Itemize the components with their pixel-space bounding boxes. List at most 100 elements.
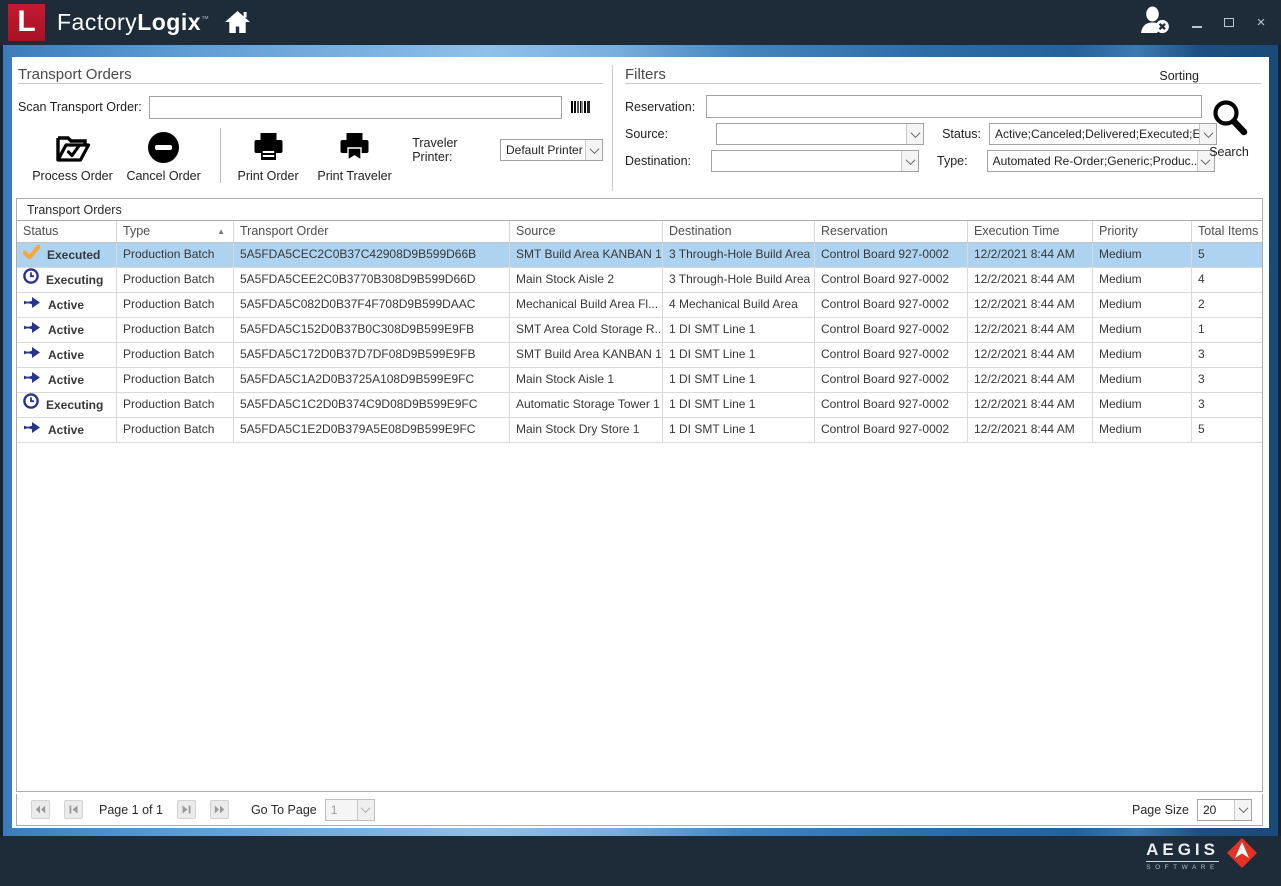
source-cell: SMT Area Cold Storage R... <box>510 318 663 342</box>
aegis-logo: AEGIS SOFTWARE <box>1146 833 1259 878</box>
destination-select[interactable] <box>711 150 919 172</box>
priority-cell: Medium <box>1093 343 1192 367</box>
chevron-down-icon[interactable] <box>901 151 918 171</box>
reservation-input[interactable] <box>706 95 1202 118</box>
table-row[interactable]: ActiveProduction Batch5A5FDA5C1A2D0B3725… <box>17 368 1262 393</box>
destination-cell: 1 DI SMT Line 1 <box>663 393 815 417</box>
total-items-cell: 3 <box>1192 368 1262 392</box>
status-arrow-icon <box>23 369 41 392</box>
table-row[interactable]: ActiveProduction Batch5A5FDA5C152D0B37B0… <box>17 318 1262 343</box>
next-page-button[interactable] <box>177 800 196 819</box>
table-row[interactable]: ExecutingProduction Batch5A5FDA5C1C2D0B3… <box>17 393 1262 418</box>
transport-order-cell: 5A5FDA5C082D0B37F4F708D9B599DAAC <box>234 293 510 317</box>
column-header-status[interactable]: Status <box>17 221 117 243</box>
type-select[interactable]: Automated Re-Order;Generic;Produc... <box>987 150 1215 172</box>
source-cell: SMT Build Area KANBAN 1 <box>510 343 663 367</box>
status-text: Executing <box>46 394 103 417</box>
transport-orders-grid: Transport Orders Status Type▲ Transport … <box>16 198 1263 792</box>
source-cell: Mechanical Build Area Fl... <box>510 293 663 317</box>
execution-time-cell: 12/2/2021 8:44 AM <box>968 318 1093 342</box>
previous-page-button[interactable] <box>64 800 83 819</box>
execution-time-cell: 12/2/2021 8:44 AM <box>968 393 1093 417</box>
source-cell: Main Stock Aisle 2 <box>510 268 663 292</box>
chevron-down-icon <box>357 800 374 820</box>
type-cell: Production Batch <box>117 318 234 342</box>
table-row[interactable]: ActiveProduction Batch5A5FDA5C1E2D0B379A… <box>17 418 1262 443</box>
page-size-label: Page Size <box>1132 803 1189 817</box>
barcode-icon <box>571 101 590 113</box>
reservation-cell: Control Board 927-0002 <box>815 318 968 342</box>
search-button[interactable]: Search <box>1203 98 1255 159</box>
source-label: Source: <box>625 127 668 141</box>
search-label: Search <box>1209 145 1249 159</box>
page-size-select[interactable]: 20 <box>1197 799 1252 821</box>
destination-cell: 1 DI SMT Line 1 <box>663 418 815 442</box>
table-row[interactable]: ExecutedProduction Batch5A5FDA5CEC2C0B37… <box>17 243 1262 268</box>
transport-order-cell: 5A5FDA5CEE2C0B3770B308D9B599D66D <box>234 268 510 292</box>
close-button[interactable]: × <box>1253 15 1269 31</box>
column-header-source[interactable]: Source <box>510 221 663 243</box>
minimize-button[interactable] <box>1189 15 1205 31</box>
panel-divider <box>612 65 613 191</box>
status-text: Active <box>48 319 84 342</box>
type-cell: Production Batch <box>117 343 234 367</box>
status-cell: Active <box>17 343 117 367</box>
print-order-label: Print Order <box>237 169 298 183</box>
table-row[interactable]: ActiveProduction Batch5A5FDA5C172D0B37D7… <box>17 343 1262 368</box>
table-row[interactable]: ActiveProduction Batch5A5FDA5C082D0B37F4… <box>17 293 1262 318</box>
grid-body: ExecutedProduction Batch5A5FDA5CEC2C0B37… <box>17 243 1262 443</box>
priority-cell: Medium <box>1093 293 1192 317</box>
execution-time-cell: 12/2/2021 8:44 AM <box>968 368 1093 392</box>
column-header-transport-order[interactable]: Transport Order <box>234 221 510 243</box>
scan-order-label: Scan Transport Order: <box>18 100 142 114</box>
brand-bold: Logix <box>137 9 201 35</box>
status-cell: Executing <box>17 268 117 292</box>
pagination-bar: Page 1 of 1 Go To Page 1 Page Size 20 <box>16 794 1263 826</box>
traveler-printer-select[interactable]: Default Printer <box>500 139 603 161</box>
grid-group-header: Transport Orders <box>17 199 1262 221</box>
total-items-cell: 3 <box>1192 343 1262 367</box>
destination-cell: 3 Through-Hole Build Area <box>663 268 815 292</box>
execution-time-cell: 12/2/2021 8:44 AM <box>968 418 1093 442</box>
status-clock-icon <box>23 268 39 292</box>
status-text: Executing <box>46 269 103 292</box>
print-order-button[interactable]: Print Order <box>235 128 301 183</box>
status-arrow-icon <box>23 419 41 442</box>
chevron-down-icon[interactable] <box>906 124 923 144</box>
last-page-button[interactable] <box>210 800 229 819</box>
execution-time-cell: 12/2/2021 8:44 AM <box>968 293 1093 317</box>
sort-ascending-icon: ▲ <box>217 221 225 242</box>
priority-cell: Medium <box>1093 268 1192 292</box>
table-row[interactable]: ExecutingProduction Batch5A5FDA5CEE2C0B3… <box>17 268 1262 293</box>
home-icon[interactable] <box>224 10 251 35</box>
process-order-button[interactable]: Process Order <box>28 128 117 183</box>
first-page-button[interactable] <box>31 800 50 819</box>
column-header-execution-time[interactable]: Execution Time <box>968 221 1093 243</box>
column-header-total-items[interactable]: Total Items <box>1192 221 1262 243</box>
source-select[interactable] <box>716 123 924 145</box>
aegis-software-text: SOFTWARE <box>1146 864 1219 871</box>
priority-cell: Medium <box>1093 418 1192 442</box>
total-items-cell: 3 <box>1192 393 1262 417</box>
column-header-type[interactable]: Type▲ <box>117 221 234 243</box>
sorting-toggle[interactable]: Sorting <box>1159 69 1261 83</box>
column-header-priority[interactable]: Priority <box>1093 221 1192 243</box>
transport-orders-panel: Transport Orders Scan Transport Order: P… <box>18 62 603 194</box>
status-arrow-icon <box>23 294 41 317</box>
status-select[interactable]: Active;Canceled;Delivered;Executed;E... <box>989 123 1217 145</box>
destination-cell: 1 DI SMT Line 1 <box>663 318 815 342</box>
chevron-down-icon[interactable] <box>1234 800 1251 820</box>
chevron-down-icon[interactable] <box>585 140 602 160</box>
execution-time-cell: 12/2/2021 8:44 AM <box>968 268 1093 292</box>
goto-page-value: 1 <box>326 803 357 817</box>
maximize-button[interactable] <box>1221 15 1237 31</box>
scan-order-input[interactable] <box>149 96 562 119</box>
aegis-brand-text: AEGIS <box>1146 841 1219 862</box>
column-header-reservation[interactable]: Reservation <box>815 221 968 243</box>
column-header-destination[interactable]: Destination <box>663 221 815 243</box>
logout-user-icon[interactable] <box>1139 6 1171 39</box>
print-traveler-button[interactable]: Print Traveler <box>313 128 396 183</box>
status-text: Active <box>48 344 84 367</box>
cancel-order-button[interactable]: Cancel Order <box>121 128 206 183</box>
reservation-cell: Control Board 927-0002 <box>815 243 968 267</box>
